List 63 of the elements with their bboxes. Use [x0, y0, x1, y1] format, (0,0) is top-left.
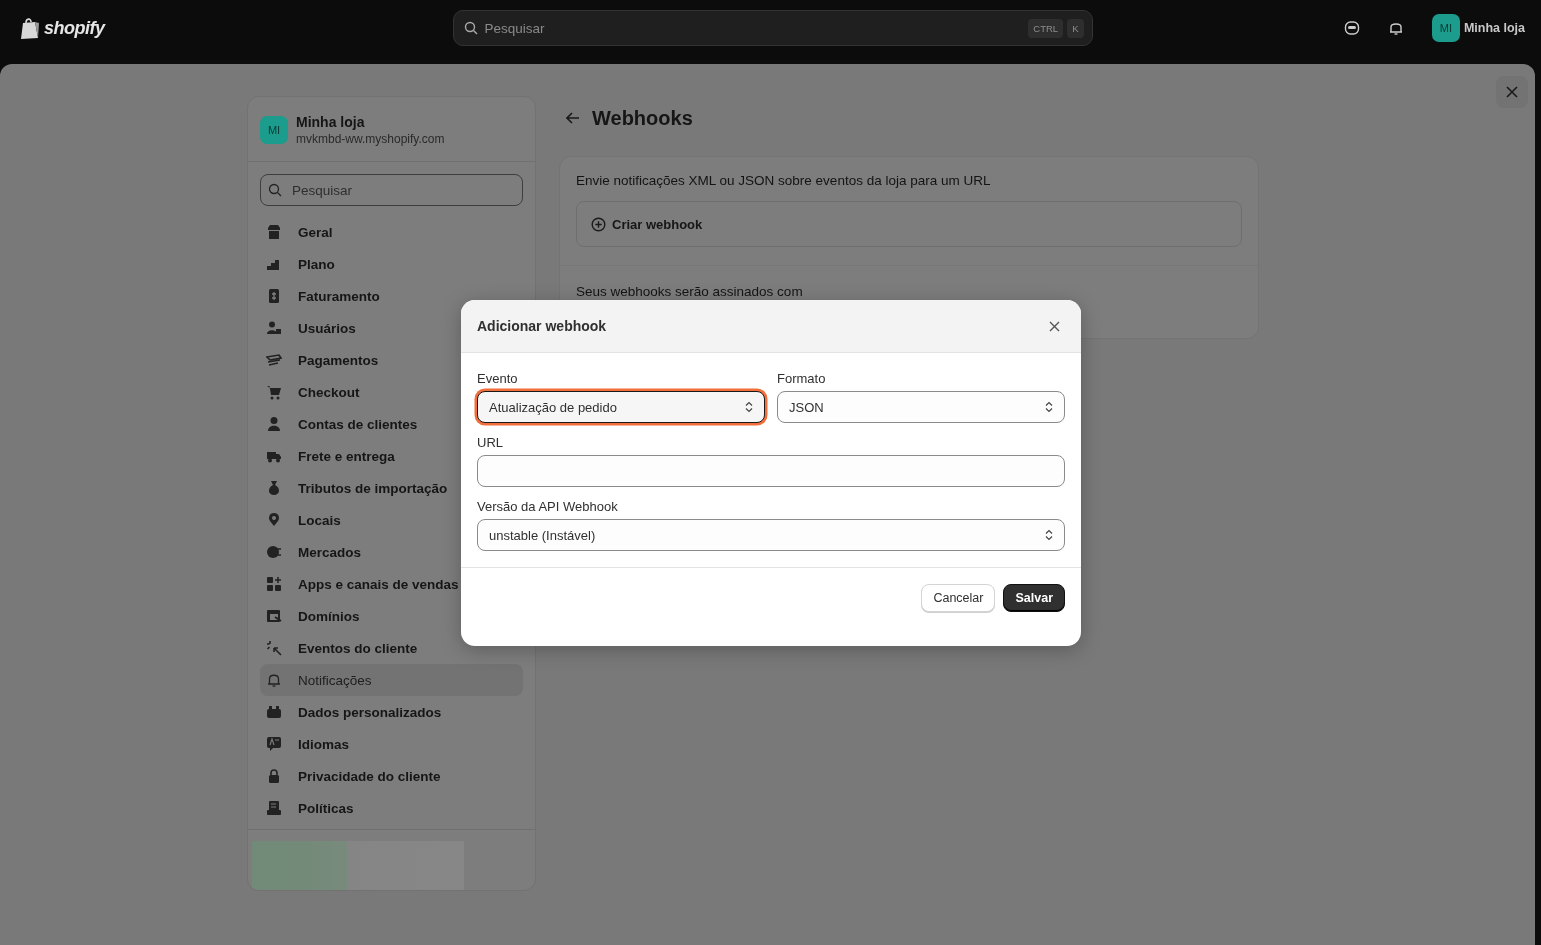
- back-arrow-icon[interactable]: [566, 112, 580, 124]
- store-domain: mvkmbd-ww.myshopify.com: [296, 132, 445, 146]
- notification-bell-icon[interactable]: [1387, 20, 1404, 36]
- field-label: Formato: [777, 371, 827, 386]
- language-icon: [266, 736, 282, 752]
- sidebar-item[interactable]: Plano: [260, 248, 523, 280]
- logo-text[interactable]: shopify: [44, 17, 105, 39]
- store-name: Minha loja: [296, 114, 366, 130]
- field-label: Versão da API Webhook: [477, 499, 619, 514]
- select-field[interactable]: unstable (Instável): [477, 519, 1065, 551]
- apps-icon: [266, 576, 282, 592]
- sidebar-item[interactable]: Domínios: [260, 600, 523, 632]
- sidebar-item[interactable]: Faturamento: [260, 280, 523, 312]
- chevron-up-down-icon: [1045, 529, 1053, 541]
- page-title: Webhooks: [592, 106, 693, 130]
- keyboard-key: CTRL: [1028, 19, 1064, 38]
- lock-icon: [266, 768, 282, 784]
- sidebar-item[interactable]: Geral: [260, 216, 523, 248]
- description-text: Envie notificações XML ou JSON sobre eventos da loja para um URL: [576, 173, 992, 188]
- window-icon: [266, 608, 282, 624]
- store-avatar: MI: [260, 116, 288, 144]
- shopping-bag-icon: [20, 16, 40, 40]
- users-icon: [266, 320, 282, 336]
- chevron-up-down-icon: [1045, 401, 1053, 413]
- calendar-icon: [266, 704, 282, 720]
- field-label: URL: [477, 435, 504, 450]
- sidebar-item[interactable]: Eventos do cliente: [260, 632, 523, 664]
- sidebar-item[interactable]: Privacidade do cliente: [260, 760, 523, 792]
- keyboard-key: K: [1067, 19, 1084, 38]
- store-avatar: MI: [1431, 14, 1460, 42]
- cart-icon: [266, 384, 282, 400]
- sidebar-item[interactable]: Idiomas: [260, 728, 523, 760]
- click-icon: [266, 640, 282, 656]
- signature-note: Seus webhooks serão assinados com: [576, 284, 804, 299]
- sidebar-item[interactable]: Políticas: [260, 792, 523, 824]
- person-icon: [266, 416, 282, 432]
- bell-icon: [266, 672, 282, 688]
- sidebar-item[interactable]: Apps e canais de vendas: [260, 568, 523, 600]
- search-icon: [268, 183, 282, 197]
- save-button[interactable]: Salvar: [1003, 584, 1065, 612]
- url-input[interactable]: [477, 455, 1065, 487]
- store-icon: [266, 224, 282, 240]
- plus-circle-icon: [591, 216, 606, 232]
- close-icon: [1048, 320, 1060, 332]
- document-icon: [266, 800, 282, 816]
- location-pin-icon: [266, 512, 282, 528]
- select-field[interactable]: JSON: [777, 391, 1065, 423]
- chevron-up-down-icon: [745, 401, 753, 413]
- sidebar-item[interactable]: Notificações: [260, 664, 523, 696]
- hand-card-icon: [266, 352, 282, 368]
- close-icon: [1506, 86, 1518, 98]
- create-webhook-button[interactable]: Criar webhook: [576, 201, 1242, 247]
- cancel-button[interactable]: Cancelar: [921, 584, 996, 612]
- sidebar-item[interactable]: Dados personalizados: [260, 696, 523, 728]
- search-icon: [463, 21, 478, 35]
- select-field[interactable]: Atualização de pedido: [477, 391, 765, 423]
- store-menu[interactable]: MI Minha loja: [1431, 14, 1525, 42]
- dialog-title: Adicionar webhook: [477, 318, 607, 334]
- money-bag-icon: [266, 480, 282, 496]
- store-name: Minha loja: [1463, 21, 1525, 35]
- field-label: Evento: [477, 371, 519, 386]
- search-field[interactable]: Pesquisar: [260, 174, 523, 206]
- receipt-icon: [266, 288, 282, 304]
